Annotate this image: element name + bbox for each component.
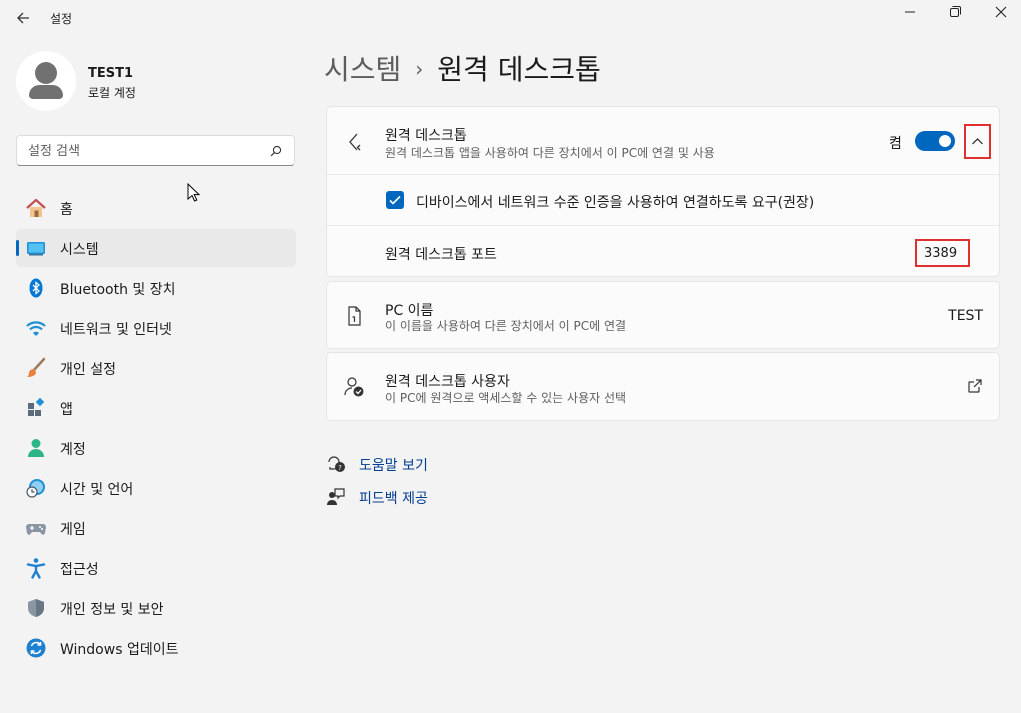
sidebar-item-label: 앱	[60, 402, 73, 418]
close-button[interactable]	[990, 2, 1012, 22]
accounts-icon	[28, 439, 44, 457]
sidebar-item-accounts[interactable]: 계정	[16, 429, 296, 467]
sidebar-item-apps[interactable]: 앱	[16, 389, 296, 427]
selection-indicator	[16, 240, 19, 256]
profile-account-type: 로컬 계정	[88, 86, 136, 100]
help-link-label: 도움말 보기	[359, 458, 428, 474]
sidebar-item-system[interactable]: 시스템	[16, 229, 296, 267]
sidebar-item-label: 개인 설정	[60, 362, 116, 378]
close-icon	[995, 6, 1007, 18]
remote-desktop-toggle[interactable]	[915, 131, 955, 151]
remote-desktop-title: 원격 데스크톱	[385, 128, 467, 144]
restore-button[interactable]	[944, 2, 966, 22]
sidebar-item-windows-update[interactable]: Windows 업데이트	[16, 629, 296, 667]
nla-checkbox-label[interactable]: 디바이스에서 네트워크 수준 인증을 사용하여 연결하도록 요구(권장)	[416, 192, 814, 212]
port-value: 3389	[924, 246, 958, 261]
toggle-knob	[939, 135, 951, 147]
sidebar-item-privacy[interactable]: 개인 정보 및 보안	[16, 589, 296, 627]
sidebar-item-label: Windows 업데이트	[60, 642, 179, 658]
apps-icon	[28, 397, 45, 416]
feedback-link-label: 피드백 제공	[359, 491, 428, 507]
system-icon	[27, 242, 45, 256]
external-link-icon	[968, 379, 982, 393]
remote-desktop-icon	[349, 133, 361, 151]
sidebar-item-label: 홈	[60, 202, 73, 218]
app-title: 설정	[50, 12, 73, 26]
chevron-up-icon	[972, 138, 983, 145]
user-check-icon	[344, 377, 364, 397]
shield-icon	[28, 599, 44, 617]
avatar-body	[29, 85, 63, 99]
back-button[interactable]	[14, 8, 34, 28]
pc-name-icon	[348, 306, 361, 326]
help-icon: ?	[328, 456, 345, 472]
gamepad-icon	[26, 524, 46, 535]
divider	[327, 174, 999, 175]
accessibility-icon	[26, 558, 46, 579]
breadcrumb-separator: ›	[415, 57, 424, 81]
sidebar-item-home[interactable]: 홈	[16, 189, 296, 227]
pc-name-card[interactable]: PC 이름 이 이름을 사용하여 다른 장치에서 이 PC에 연결 TEST	[326, 281, 1000, 349]
search-input[interactable]	[28, 141, 268, 161]
avatar-head	[35, 62, 57, 84]
sidebar-item-label: 게임	[60, 522, 86, 538]
brush-icon	[27, 357, 46, 377]
sidebar-item-label: 시스템	[60, 242, 99, 258]
sidebar-item-label: 계정	[60, 442, 86, 458]
restore-icon	[950, 6, 961, 17]
feedback-icon	[327, 488, 345, 505]
divider	[327, 225, 999, 226]
search-icon[interactable]	[270, 145, 282, 157]
collapse-button[interactable]	[964, 124, 991, 159]
sidebar-item-label: 개인 정보 및 보안	[60, 602, 164, 618]
breadcrumb-parent[interactable]: 시스템	[324, 53, 401, 86]
back-arrow-icon	[17, 12, 29, 24]
sidebar-item-label: Bluetooth 및 장치	[60, 282, 176, 298]
port-value-highlight: 3389	[915, 239, 970, 267]
profile-name: TEST1	[88, 66, 134, 81]
sidebar-item-network[interactable]: 네트워크 및 인터넷	[16, 309, 296, 347]
breadcrumb: 시스템 › 원격 데스크톱	[324, 48, 601, 88]
nla-checkbox[interactable]	[386, 191, 404, 209]
pc-name-subtitle: 이 이름을 사용하여 다른 장치에서 이 PC에 연결	[385, 319, 627, 333]
settings-search-box[interactable]	[16, 135, 295, 166]
sidebar-item-bluetooth[interactable]: Bluetooth 및 장치	[16, 269, 296, 307]
minimize-icon	[905, 11, 915, 13]
minimize-button[interactable]	[899, 2, 921, 22]
update-icon	[26, 638, 46, 658]
sidebar-item-label: 시간 및 언어	[60, 482, 134, 498]
sidebar-item-label: 접근성	[60, 562, 99, 578]
checkmark-icon	[389, 195, 401, 205]
bluetooth-icon	[29, 278, 43, 298]
home-icon	[26, 198, 46, 217]
sidebar-item-accessibility[interactable]: 접근성	[16, 549, 296, 587]
remote-users-title: 원격 데스크톱 사용자	[385, 374, 510, 390]
pc-name-value: TEST	[948, 308, 983, 324]
wifi-icon	[26, 321, 46, 336]
remote-desktop-subtitle: 원격 데스크톱 앱을 사용하여 다른 장치에서 이 PC에 연결 및 사용	[385, 146, 715, 160]
title-bar: 설정	[0, 0, 1021, 36]
sidebar-item-label: 네트워크 및 인터넷	[60, 322, 172, 338]
remote-desktop-card: 원격 데스크톱 원격 데스크톱 앱을 사용하여 다른 장치에서 이 PC에 연결…	[326, 106, 1000, 277]
remote-users-subtitle: 이 PC에 원격으로 액세스할 수 있는 사용자 선택	[385, 391, 627, 405]
sidebar-item-time-language[interactable]: 시간 및 언어	[16, 469, 296, 507]
sidebar-nav: 홈 시스템 Bluetooth 및 장치 네트워크 및 인터넷 개인 설정 앱 …	[16, 198, 296, 669]
toggle-state-label: 켬	[889, 136, 902, 152]
time-language-icon	[26, 479, 45, 498]
remote-desktop-users-card[interactable]: 원격 데스크톱 사용자 이 PC에 원격으로 액세스할 수 있는 사용자 선택	[326, 352, 1000, 421]
sidebar-item-personalization[interactable]: 개인 설정	[16, 349, 296, 387]
port-label: 원격 데스크톱 포트	[385, 247, 497, 263]
svg-text:?: ?	[338, 464, 342, 472]
avatar	[16, 51, 76, 111]
page-title: 원격 데스크톱	[437, 53, 601, 86]
sidebar-item-gaming[interactable]: 게임	[16, 509, 296, 547]
